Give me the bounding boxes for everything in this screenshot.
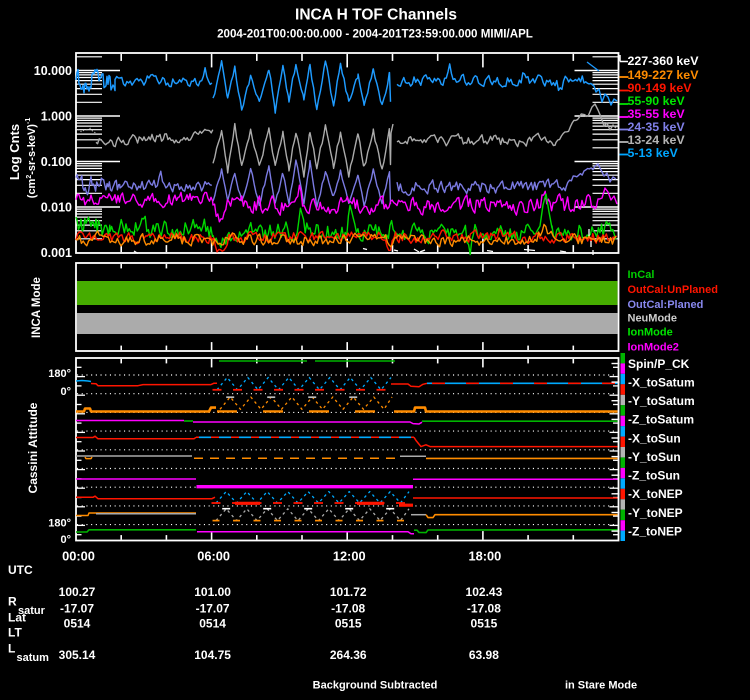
svg-text:Background Subtracted: Background Subtracted — [313, 680, 438, 692]
svg-text:35-55 keV: 35-55 keV — [628, 107, 686, 121]
svg-text:12:00: 12:00 — [333, 549, 366, 564]
svg-text:L: L — [8, 642, 15, 656]
svg-text:-X_toSatum: -X_toSatum — [628, 375, 695, 389]
svg-text:0515: 0515 — [335, 617, 362, 631]
svg-text:264.36: 264.36 — [330, 648, 367, 662]
svg-text:104.75: 104.75 — [194, 648, 231, 662]
svg-text:OutCal:UnPlaned: OutCal:UnPlaned — [628, 284, 718, 296]
svg-text:in Stare Mode: in Stare Mode — [565, 680, 637, 692]
svg-text:13-24 keV: 13-24 keV — [628, 133, 686, 147]
svg-text:LT: LT — [8, 626, 22, 640]
svg-text:102.43: 102.43 — [466, 585, 503, 599]
svg-text:90-149 keV: 90-149 keV — [628, 81, 693, 95]
svg-text:-Z_toNEP: -Z_toNEP — [628, 524, 682, 538]
svg-text:100.27: 100.27 — [59, 585, 96, 599]
svg-text:INCA H TOF Channels: INCA H TOF Channels — [295, 7, 457, 24]
svg-text:101.00: 101.00 — [194, 585, 231, 599]
svg-text:06:00: 06:00 — [197, 549, 230, 564]
svg-text:OutCal:Planed: OutCal:Planed — [628, 299, 704, 311]
svg-text:-Y_toSatum: -Y_toSatum — [628, 394, 695, 408]
svg-text:0°: 0° — [60, 386, 71, 398]
svg-text:IonMode: IonMode — [628, 327, 673, 339]
svg-text:-17.08: -17.08 — [467, 602, 501, 616]
svg-text:Log Cnts: Log Cnts — [7, 124, 22, 180]
svg-text:00:00: 00:00 — [62, 549, 95, 564]
svg-text:1.000: 1.000 — [41, 109, 72, 123]
svg-text:-X_toSun: -X_toSun — [628, 431, 681, 445]
svg-text:2004-201T00:00:00.000 - 2004-2: 2004-201T00:00:00.000 - 2004-201T23:59:0… — [217, 28, 533, 41]
svg-text:-17.08: -17.08 — [331, 602, 365, 616]
svg-text:0.100: 0.100 — [41, 155, 72, 169]
svg-text:101.72: 101.72 — [330, 585, 367, 599]
svg-text:63.98: 63.98 — [469, 648, 499, 662]
svg-text:180°: 180° — [48, 518, 71, 530]
svg-text:satum: satum — [17, 652, 50, 664]
svg-text:-17.07: -17.07 — [196, 602, 230, 616]
svg-text:55-90 keV: 55-90 keV — [628, 94, 686, 108]
svg-text:Cassini Attitude: Cassini Attitude — [26, 402, 40, 493]
svg-text:(cm2-sr-s-keV)-1: (cm2-sr-s-keV)-1 — [25, 118, 38, 199]
svg-text:NeuMode: NeuMode — [628, 313, 678, 325]
svg-text:-X_toNEP: -X_toNEP — [628, 487, 683, 501]
svg-text:-17.07: -17.07 — [60, 602, 94, 616]
svg-text:INCA Mode: INCA Mode — [31, 277, 43, 338]
svg-text:227-360 keV: 227-360 keV — [628, 54, 700, 68]
svg-text:-Y_toNEP: -Y_toNEP — [628, 506, 683, 520]
svg-text:24-35 keV: 24-35 keV — [628, 120, 686, 134]
svg-text:-Z_toSatum: -Z_toSatum — [628, 413, 694, 427]
svg-text:0°: 0° — [60, 534, 71, 546]
svg-text:InCal: InCal — [628, 269, 655, 281]
svg-text:UTC: UTC — [8, 563, 33, 577]
svg-text:IonMode2: IonMode2 — [628, 342, 679, 354]
svg-text:-Y_toSun: -Y_toSun — [628, 450, 681, 464]
svg-text:149-227 keV: 149-227 keV — [628, 68, 700, 82]
svg-text:180°: 180° — [48, 368, 71, 380]
svg-text:0.010: 0.010 — [41, 200, 72, 214]
svg-text:18:00: 18:00 — [469, 549, 502, 564]
svg-text:0514: 0514 — [199, 617, 226, 631]
svg-text:Lat: Lat — [8, 611, 26, 625]
svg-text:0515: 0515 — [471, 617, 498, 631]
svg-text:0.001: 0.001 — [41, 246, 72, 260]
svg-text:5-13 keV: 5-13 keV — [628, 146, 679, 160]
svg-text:10.000: 10.000 — [34, 64, 72, 78]
svg-text:Spin/P_CK: Spin/P_CK — [628, 357, 690, 371]
svg-text:0514: 0514 — [64, 617, 91, 631]
svg-text:R: R — [8, 595, 17, 609]
svg-text:-Z_toSun: -Z_toSun — [628, 469, 680, 483]
svg-text:305.14: 305.14 — [59, 648, 96, 662]
